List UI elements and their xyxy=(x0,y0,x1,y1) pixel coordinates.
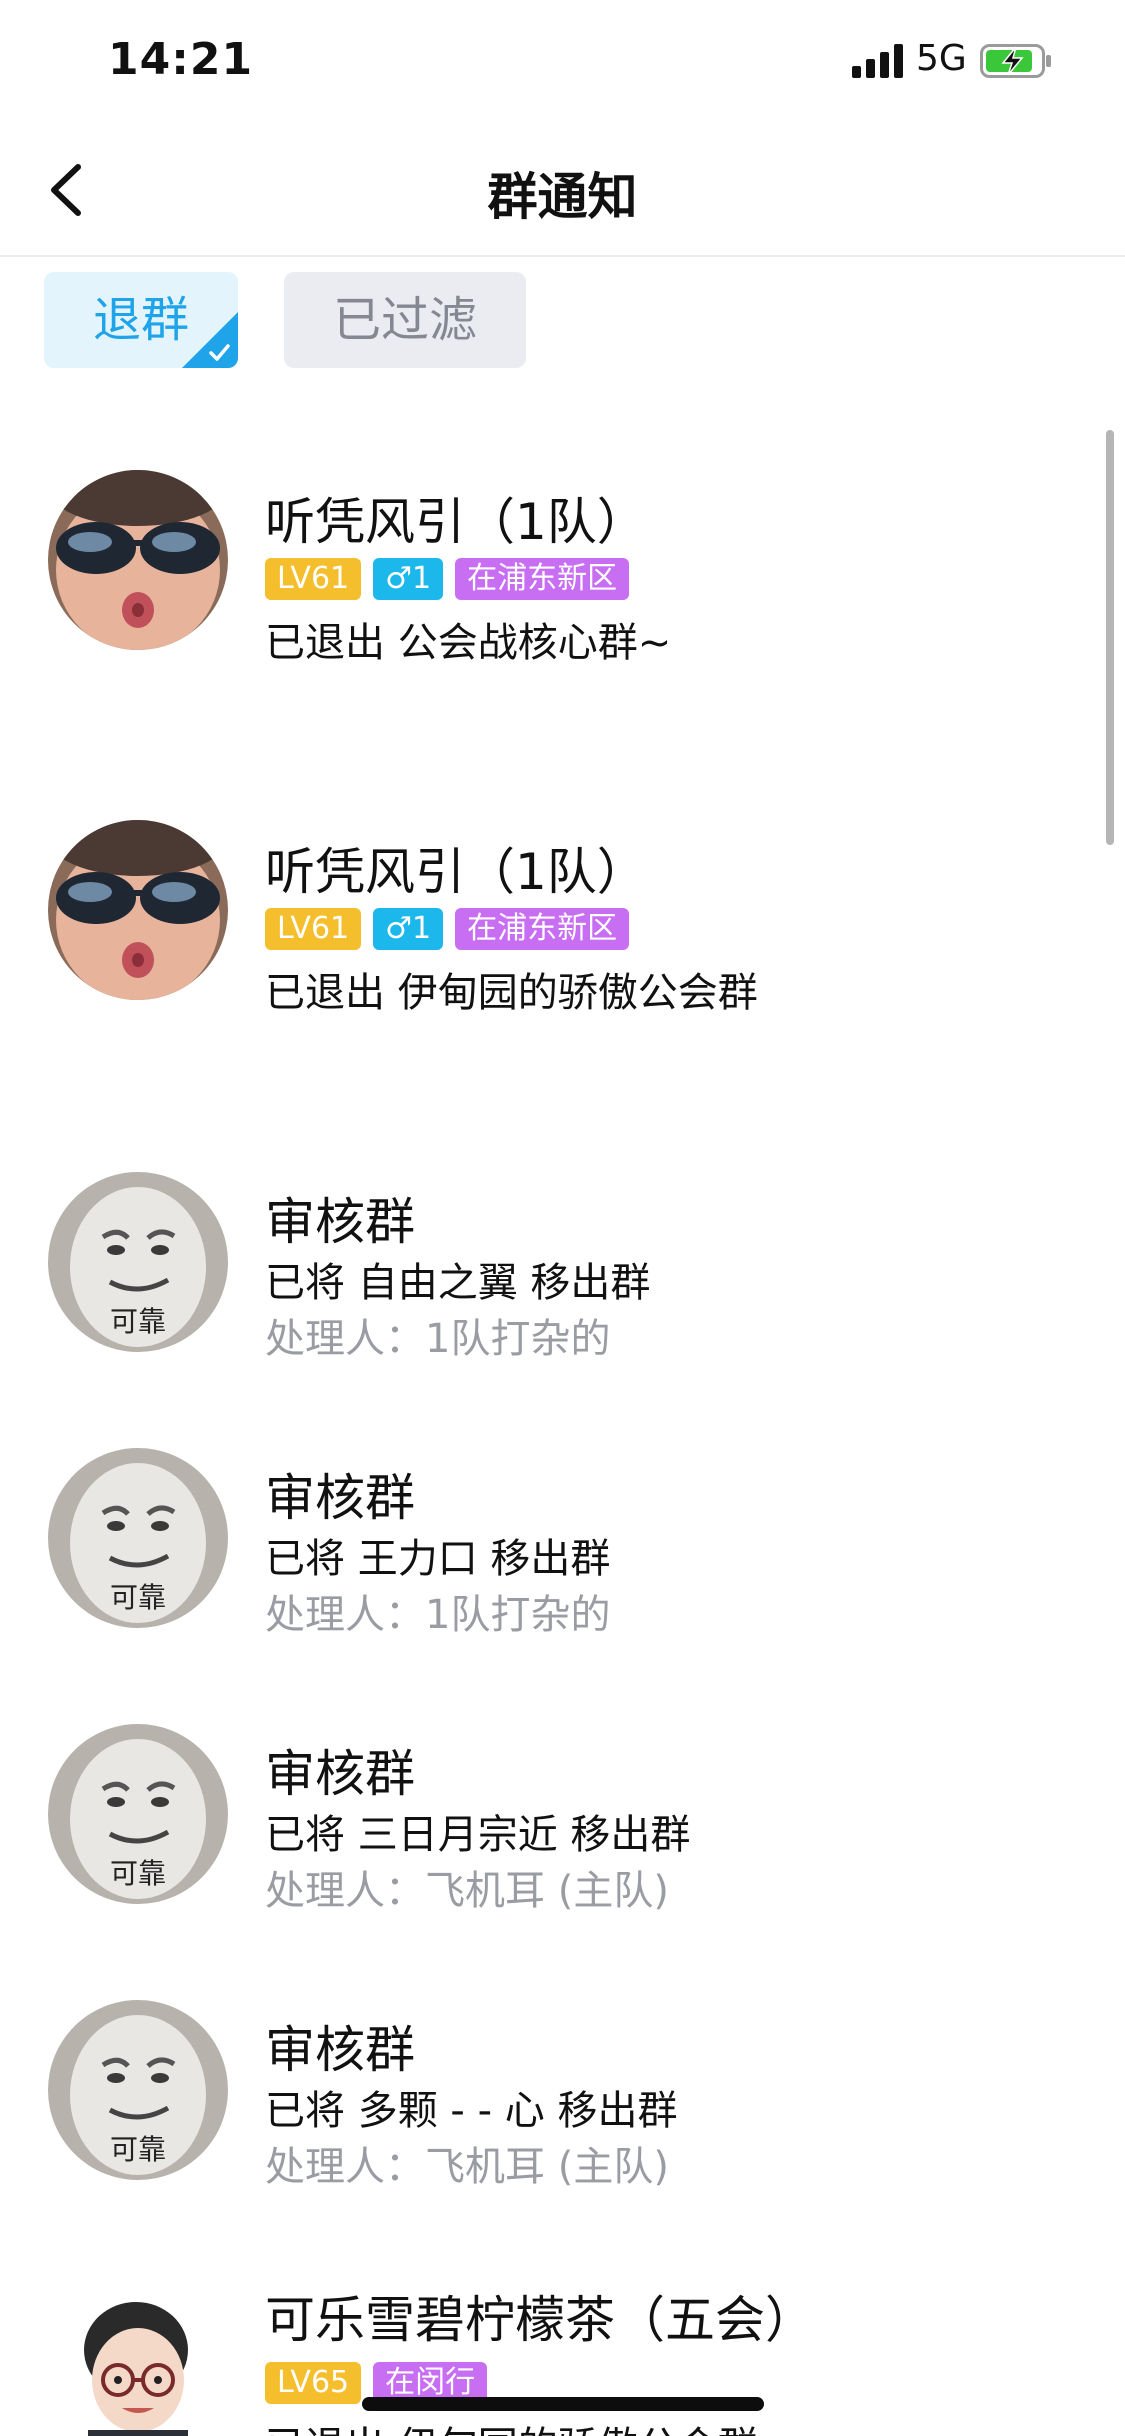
location-badge: 在浦东新区 xyxy=(455,908,630,950)
member-name: 听凭风引（1队） xyxy=(265,843,647,901)
home-indicator[interactable] xyxy=(362,2397,764,2411)
notification-action: 已退出 伊甸园的骄傲公会群 xyxy=(265,970,758,1016)
list-item[interactable]: 听凭风引（1队） LV61 ♂1 在浦东新区 已退出 公会战核心群~ xyxy=(0,470,1125,720)
status-time: 14:21 xyxy=(108,34,254,85)
tab-filtered[interactable]: 已过滤 xyxy=(284,272,526,368)
level-badge: LV65 xyxy=(265,2362,362,2404)
notification-action: 已将 三日月宗近 移出群 xyxy=(265,1812,691,1858)
page-title: 群通知 xyxy=(487,168,638,226)
member-name: 可乐雪碧柠檬茶（五会） xyxy=(265,2291,815,2349)
handler-text: 处理人：飞机耳 (主队) xyxy=(265,2144,669,2190)
avatar-caption: 可靠 xyxy=(109,2133,166,2166)
network-type: 5G xyxy=(916,38,967,79)
navigation-bar: 群通知 xyxy=(0,125,1125,257)
group-name: 审核群 xyxy=(265,1745,415,1803)
reliable-meme-avatar[interactable]: 可靠 xyxy=(48,2000,228,2180)
list-item[interactable]: 可靠 审核群 已将 多颗 - - 心 移出群 处理人：飞机耳 (主队) xyxy=(0,2000,1125,2200)
status-bar: 14:21 5G xyxy=(0,0,1125,125)
gender-age-badge: ♂1 xyxy=(373,908,444,950)
group-name: 审核群 xyxy=(265,1193,415,1251)
tab-filtered-label: 已过滤 xyxy=(332,292,477,348)
notification-action: 已将 多颗 - - 心 移出群 xyxy=(265,2088,678,2134)
tab-leave-group-label: 退群 xyxy=(92,292,189,348)
location-badge: 在浦东新区 xyxy=(455,558,630,600)
handler-text: 处理人：1队打杂的 xyxy=(265,1316,611,1362)
cellular-signal-icon xyxy=(852,44,903,78)
member-badges: LV61 ♂1 在浦东新区 xyxy=(265,908,630,950)
list-item[interactable]: 听凭风引（1队） LV61 ♂1 在浦东新区 已退出 伊甸园的骄傲公会群 xyxy=(0,820,1125,1070)
tab-leave-group[interactable]: 退群 xyxy=(44,272,238,368)
sunglasses-kid-avatar[interactable] xyxy=(48,470,228,650)
level-badge: LV61 xyxy=(265,908,362,950)
reliable-meme-avatar[interactable]: 可靠 xyxy=(48,1448,228,1628)
battery-charging-icon xyxy=(980,44,1051,78)
avatar-caption: 可靠 xyxy=(109,1305,166,1338)
group-name: 审核群 xyxy=(265,2021,415,2079)
gender-age-badge: ♂1 xyxy=(373,558,444,600)
selected-check-icon xyxy=(182,312,238,368)
member-name: 听凭风引（1队） xyxy=(265,493,647,551)
group-name: 审核群 xyxy=(265,1469,415,1527)
cartoon-man-avatar[interactable] xyxy=(48,2280,228,2436)
level-badge: LV61 xyxy=(265,558,362,600)
notification-action: 已退出 公会战核心群~ xyxy=(265,620,672,666)
avatar-caption: 可靠 xyxy=(109,1857,166,1890)
handler-text: 处理人：飞机耳 (主队) xyxy=(265,1868,669,1914)
notification-action: 已将 自由之翼 移出群 xyxy=(265,1260,651,1306)
reliable-meme-avatar[interactable]: 可靠 xyxy=(48,1724,228,1904)
list-item[interactable]: 可靠 审核群 已将 王力口 移出群 处理人：1队打杂的 xyxy=(0,1448,1125,1648)
notification-action: 已将 王力口 移出群 xyxy=(265,1536,611,1582)
avatar-caption: 可靠 xyxy=(109,1581,166,1614)
reliable-meme-avatar[interactable]: 可靠 xyxy=(48,1172,228,1352)
list-item[interactable]: 可靠 审核群 已将 自由之翼 移出群 处理人：1队打杂的 xyxy=(0,1172,1125,1372)
list-item[interactable]: 可乐雪碧柠檬茶（五会） LV65 在闵行 已退出 伊甸园的骄傲公会群 xyxy=(0,2270,1125,2436)
list-item[interactable]: 可靠 审核群 已将 三日月宗近 移出群 处理人：飞机耳 (主队) xyxy=(0,1724,1125,1924)
handler-text: 处理人：1队打杂的 xyxy=(265,1592,611,1638)
member-badges: LV61 ♂1 在浦东新区 xyxy=(265,558,630,600)
notification-action: 已退出 伊甸园的骄傲公会群 xyxy=(265,2414,758,2436)
sunglasses-kid-avatar[interactable] xyxy=(48,820,228,1000)
group-notifications-screen: 14:21 5G 群通知 退群 已过滤 听凭风引（1队） LV61 ♂1 在浦东… xyxy=(0,0,1125,2436)
